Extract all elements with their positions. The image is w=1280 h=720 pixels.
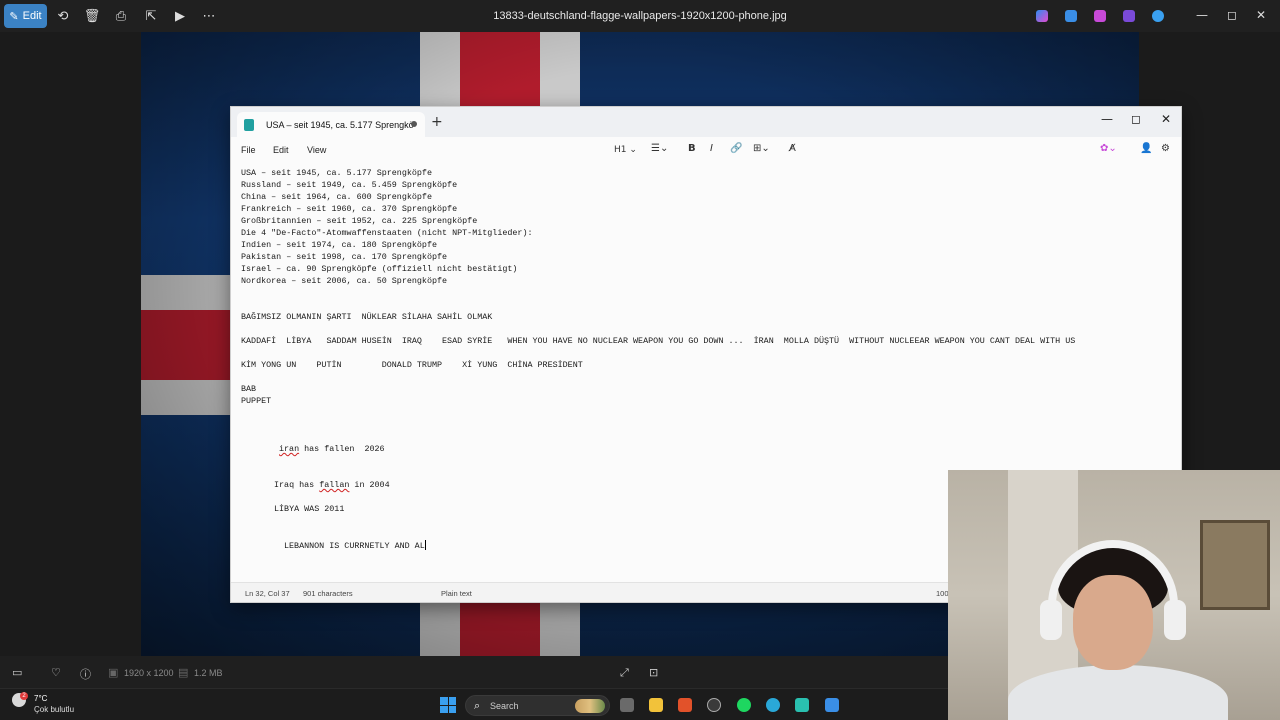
notepad-titlebar: USA – seit 1945, ca. 5.177 Sprengkö + — …	[231, 107, 1181, 137]
text-line: Frankreich – seit 1960, ca. 370 Sprengkö…	[241, 204, 458, 214]
unsaved-dot-icon[interactable]	[411, 121, 417, 127]
notepad-menubar: File Edit View H1 ⌄ ☰⌄ B I 🔗 ⊞⌄ A̸ ✿⌄ 👤 …	[231, 137, 1181, 164]
text-line: LİBYA WAS 2011	[274, 504, 345, 514]
text-line: China – seit 1964, ca. 600 Sprengköpfe	[241, 192, 432, 202]
copilot-icon[interactable]: ✿⌄	[1100, 143, 1117, 154]
close-icon[interactable]: ✕	[1256, 8, 1266, 22]
menu-view[interactable]: View	[307, 145, 326, 155]
fit-to-window-icon[interactable]: ⤢	[620, 666, 629, 680]
text-line: LEBANNON IS CURRNETLY AND AL	[284, 540, 426, 551]
new-tab-icon[interactable]: +	[431, 114, 443, 130]
notepad-maximize-icon[interactable]: ◻	[1131, 112, 1141, 126]
text-segment: in 2004	[349, 480, 390, 490]
notepad-close-icon[interactable]: ✕	[1161, 112, 1171, 126]
weather-temp[interactable]: 7°C	[34, 694, 47, 703]
designer-icon[interactable]	[1065, 10, 1077, 22]
onedrive-icon[interactable]	[1152, 10, 1164, 22]
edge-icon[interactable]	[766, 698, 780, 712]
clipchamp-icon[interactable]	[1094, 10, 1106, 22]
clear-format-icon[interactable]: A̸	[789, 143, 796, 154]
misspelled-word: fallan	[319, 480, 350, 490]
webcam-overlay	[948, 470, 1280, 720]
table-icon[interactable]: ⊞⌄	[753, 143, 770, 154]
text-line: BAĞIMSIZ OLMANIN ŞARTI NÜKLEAR SİLAHA SA…	[241, 312, 493, 322]
search-placeholder: Search	[490, 701, 519, 711]
notepad-minimize-icon[interactable]: —	[1101, 112, 1113, 126]
settings-gear-icon[interactable]: ⚙	[1161, 143, 1170, 154]
text-line: Pakistan – seit 1998, ca. 170 Sprengköpf…	[241, 252, 448, 262]
favorite-heart-icon[interactable]: ♡	[51, 666, 61, 679]
weather-badge: 2	[20, 692, 28, 700]
cursor-position: Ln 32, Col 37	[245, 589, 290, 598]
italic-icon[interactable]: I	[710, 143, 713, 154]
notepad-icon	[244, 118, 254, 131]
photos-toolbar: ✎ Edit ⟲ 🗑 ⎙ ⇱ ▶ ⋯ 13833-deutschland-fla…	[0, 0, 1280, 32]
task-view-icon[interactable]	[620, 698, 634, 712]
menu-file[interactable]: File	[241, 145, 256, 155]
taskbar-search[interactable]: ⌕ Search	[465, 695, 610, 716]
file-format: Plain text	[441, 589, 472, 598]
text-line: Indien – seit 1974, ca. 180 Sprengköpfe	[241, 240, 438, 250]
account-icon[interactable]: 👤	[1140, 143, 1152, 154]
photos-app-icon[interactable]	[1123, 10, 1135, 22]
info-icon[interactable]: ⓘ	[80, 666, 91, 682]
image-dimensions: 1920 x 1200	[124, 668, 174, 678]
text-line: PUPPET	[241, 396, 272, 406]
text-segment: Iraq has	[274, 480, 320, 490]
misspelled-word: iran	[279, 444, 300, 454]
actual-size-icon[interactable]: ⊡	[649, 666, 658, 679]
brave-browser-icon[interactable]	[678, 698, 692, 712]
file-size: 1.2 MB	[194, 668, 223, 678]
text-caret	[424, 540, 426, 550]
copilot-icon[interactable]	[1036, 10, 1048, 22]
text-line: Großbritannien – seit 1952, ca. 225 Spre…	[241, 216, 478, 226]
wall-picture	[1200, 520, 1270, 610]
text-line: BAB	[241, 384, 257, 394]
text-line: KİM YONG UN PUTİN DONALD TRUMP Xİ YUNG C…	[241, 360, 583, 370]
filmstrip-icon[interactable]: ▭	[12, 666, 22, 679]
github-icon[interactable]	[707, 698, 721, 712]
maximize-icon[interactable]: ◻	[1227, 8, 1237, 22]
file-explorer-icon[interactable]	[649, 698, 663, 712]
text-line: Nordkorea – seit 2006, ca. 50 Sprengköpf…	[241, 276, 448, 286]
menu-edit[interactable]: Edit	[273, 145, 289, 155]
weather-condition[interactable]: Çok bulutlu	[34, 705, 74, 714]
text-line: Iraq has fallan in 2004	[274, 480, 390, 490]
text-line: iran has fallen 2026	[279, 444, 385, 454]
text-line: Die 4 "De-Facto"-Atomwaffenstaaten (nich…	[241, 228, 533, 238]
bold-icon[interactable]: B	[688, 143, 696, 154]
file-size-icon: ▤	[178, 666, 189, 679]
text-line: Israel – ca. 90 Sprengköpfe (offiziell n…	[241, 264, 518, 274]
text-line: Russland – seit 1949, ca. 5.459 Sprengkö…	[241, 180, 458, 190]
zoom-level[interactable]: 100	[936, 589, 949, 598]
file-title: 13833-deutschland-flagge-wallpapers-1920…	[493, 10, 787, 22]
tab-title: USA – seit 1945, ca. 5.177 Sprengkö	[266, 119, 414, 130]
notepad-taskbar-icon[interactable]	[795, 698, 809, 712]
text-line: USA – seit 1945, ca. 5.177 Sprengköpfe	[241, 168, 432, 178]
notepad-tab[interactable]: USA – seit 1945, ca. 5.177 Sprengkö	[237, 112, 425, 137]
minimize-icon[interactable]: —	[1196, 8, 1208, 22]
spotify-icon[interactable]	[737, 698, 751, 712]
heading-select-value: H1	[614, 145, 627, 155]
text-segment: LEBANNON IS CURRNETLY AND AL	[284, 541, 425, 551]
search-highlight-icon	[575, 699, 605, 713]
text-segment: has fallen 2026	[299, 444, 385, 454]
link-icon[interactable]: 🔗	[730, 143, 742, 154]
heading-select[interactable]: H1 ⌄	[614, 145, 637, 155]
image-size-icon: ▣	[108, 666, 119, 679]
search-icon: ⌕	[474, 699, 481, 712]
start-windows-icon[interactable]	[440, 697, 456, 713]
text-line: KADDAFİ LİBYA SADDAM HUSEİN IRAQ ESAD SY…	[241, 336, 1076, 346]
character-count: 901 characters	[303, 589, 353, 598]
list-icon[interactable]: ☰⌄	[651, 143, 668, 154]
paint-icon[interactable]	[825, 698, 839, 712]
